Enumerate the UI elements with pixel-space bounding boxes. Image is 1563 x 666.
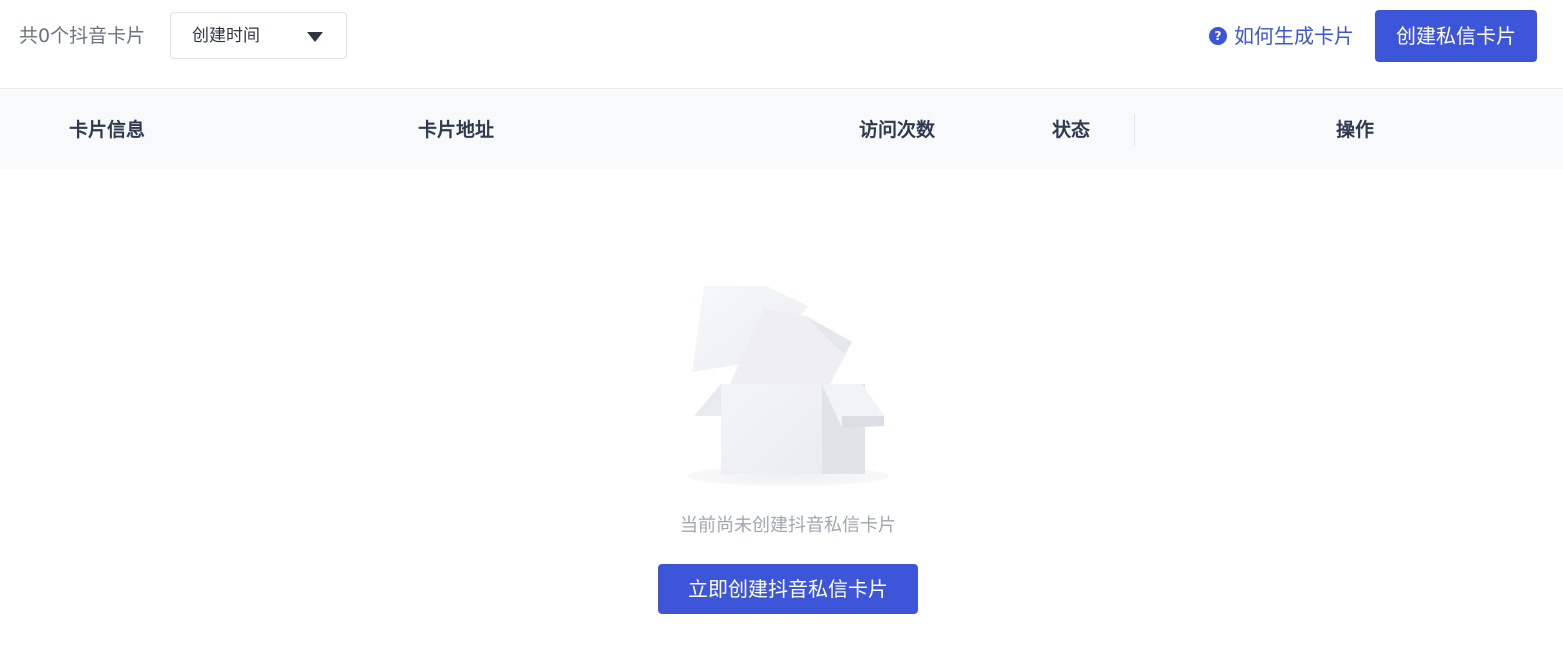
column-divider: [1134, 114, 1135, 146]
how-to-generate-label: 如何生成卡片: [1234, 24, 1354, 48]
empty-state-message: 当前尚未创建抖音私信卡片: [680, 515, 896, 536]
how-to-generate-link[interactable]: ? 如何生成卡片: [1209, 24, 1354, 48]
empty-box-icon: [684, 282, 890, 492]
create-card-now-button[interactable]: 立即创建抖音私信卡片: [658, 564, 918, 614]
toolbar: 共0个抖音卡片 创建时间 ? 如何生成卡片 创建私信卡片: [0, 0, 1563, 89]
table-header: 卡片信息 卡片地址 访问次数 状态 操作: [0, 90, 1563, 169]
card-count-label: 共0个抖音卡片: [19, 25, 146, 47]
card-list-page: 共0个抖音卡片 创建时间 ? 如何生成卡片 创建私信卡片 卡片信息 卡片地址 访…: [0, 0, 1563, 666]
sort-select-value: 创建时间: [192, 26, 260, 46]
create-card-button[interactable]: 创建私信卡片: [1375, 10, 1537, 62]
column-header-status: 状态: [1052, 119, 1091, 141]
column-header-card-info: 卡片信息: [69, 119, 146, 141]
chevron-down-icon: [307, 32, 323, 42]
column-header-actions: 操作: [1336, 119, 1375, 141]
question-circle-icon: ?: [1209, 27, 1227, 45]
sort-select[interactable]: 创建时间: [170, 12, 347, 59]
column-header-card-url: 卡片地址: [418, 119, 495, 141]
column-header-visits: 访问次数: [859, 119, 936, 141]
